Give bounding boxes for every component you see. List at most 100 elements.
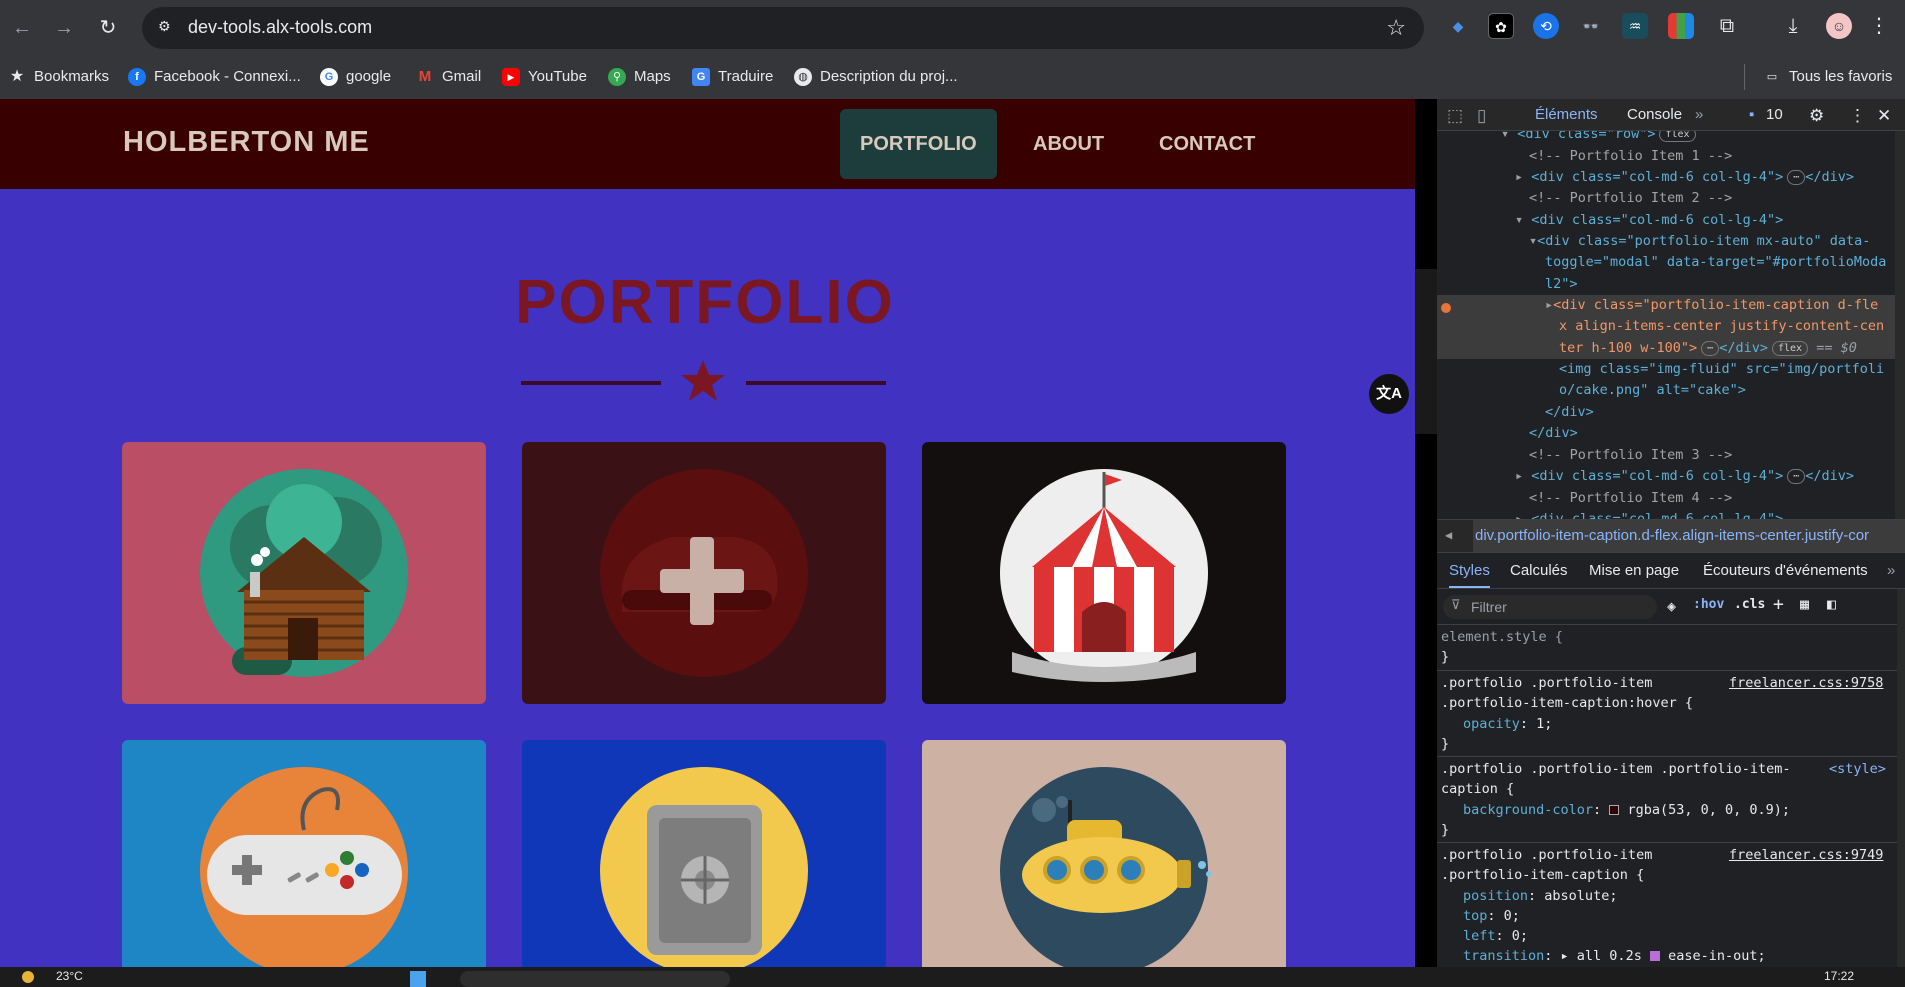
forward-icon[interactable]: → xyxy=(50,14,78,42)
weather-temp[interactable]: 23°C xyxy=(56,969,83,983)
download-icon[interactable]: ⤓ xyxy=(1780,13,1806,39)
site-info-icon[interactable]: ⚙ xyxy=(158,18,178,38)
dom-line[interactable]: ▸ <div class="col-md-6 col-lg-4"> xyxy=(1515,509,1783,519)
subtab-styles[interactable]: Styles xyxy=(1449,562,1490,588)
dom-line-cont: ter h-100 w-100"> ⋯ </div> flex == $0 xyxy=(1559,340,1857,356)
cabin-icon xyxy=(200,469,408,677)
settings-gear-icon[interactable]: ⚙ xyxy=(1809,106,1824,126)
layers-icon[interactable]: ◈ xyxy=(1667,597,1676,615)
dom-tree: ▾ <div class="row"> flex <!-- Portfolio I… xyxy=(1437,131,1895,519)
extension-colorful-icon[interactable] xyxy=(1668,13,1694,39)
google-icon: G xyxy=(320,68,338,87)
subtab-layout[interactable]: Mise en page xyxy=(1589,562,1679,579)
site-brand[interactable]: HOLBERTON ME xyxy=(123,126,370,159)
inspect-element-icon[interactable]: ⬚ xyxy=(1447,106,1463,126)
extension-glasses-icon[interactable]: 👓 xyxy=(1578,13,1604,39)
breadcrumb-left-icon[interactable]: ◀ xyxy=(1445,528,1452,542)
extensions-puzzle-icon[interactable]: ⧉ xyxy=(1714,13,1740,39)
portfolio-item-4[interactable] xyxy=(122,740,486,967)
issues-count[interactable]: 10 xyxy=(1766,106,1783,123)
device-toolbar-icon[interactable]: ▯ xyxy=(1477,106,1486,126)
bookmark-maps[interactable]: ⚲ Maps xyxy=(608,64,671,90)
dom-line[interactable]: ▾ <div class="col-md-6 col-lg-4"> xyxy=(1515,210,1783,231)
bookmark-youtube[interactable]: ▶ YouTube xyxy=(502,64,587,90)
nav-contact[interactable]: CONTACT xyxy=(1139,109,1275,179)
menu-kebab-icon[interactable]: ⋮ xyxy=(1866,13,1892,39)
style-source-link[interactable]: freelancer.css:9758 xyxy=(1729,673,1883,694)
filter-placeholder: Filtrer xyxy=(1471,599,1507,615)
styles-scrollbar[interactable] xyxy=(1897,589,1905,967)
subtab-event-listeners[interactable]: Écouteurs d'événements xyxy=(1703,562,1868,579)
more-subtabs-icon[interactable]: » xyxy=(1887,562,1895,579)
portfolio-item-3[interactable] xyxy=(922,442,1286,704)
dom-line[interactable]: ▸ <div class="col-md-6 col-lg-4"> ⋯ </div> xyxy=(1515,167,1854,188)
tab-console[interactable]: Console xyxy=(1627,106,1682,123)
portfolio-item-5[interactable] xyxy=(522,740,886,967)
easing-swatch-icon[interactable] xyxy=(1649,951,1660,961)
dom-line[interactable]: ▾ <div class="row"> flex xyxy=(1501,131,1696,145)
paint-icon[interactable]: ▦ xyxy=(1800,595,1809,613)
translate-widget-icon[interactable]: 文A xyxy=(1369,374,1409,414)
breadcrumb-node[interactable]: div.portfolio-item-caption.d-flex.align-… xyxy=(1475,527,1869,544)
style-declaration[interactable]: background-color: rgba(53, 0, 0, 0.9); xyxy=(1463,800,1790,821)
subtab-computed[interactable]: Calculés xyxy=(1510,562,1568,579)
issues-icon[interactable]: ▪ xyxy=(1749,106,1754,123)
dom-line-selected[interactable]: ▸<div class="portfolio-item-caption d-fl… xyxy=(1545,295,1878,316)
nav-about[interactable]: ABOUT xyxy=(1013,109,1124,179)
extension-blue-icon[interactable]: ⟲ xyxy=(1533,13,1559,39)
portfolio-item-6[interactable] xyxy=(922,740,1286,967)
dom-line-cont: o/cake.png" alt="cake"> xyxy=(1559,382,1746,398)
color-swatch[interactable] xyxy=(1609,805,1620,815)
cls-toggle[interactable]: .cls xyxy=(1734,597,1765,612)
page-scrollbar[interactable] xyxy=(1415,99,1437,967)
bookmark-bookmarks[interactable]: ★ Bookmarks xyxy=(8,64,109,90)
bookmark-google[interactable]: Ggoogle xyxy=(320,64,391,90)
sidebar-toggle-icon[interactable]: ◧ xyxy=(1827,595,1836,613)
maps-pin-icon: ⚲ xyxy=(608,68,626,87)
all-bookmarks[interactable]: ▭ Tous les favoris xyxy=(1744,64,1892,90)
filter-input[interactable]: ⊽ Filtrer xyxy=(1443,595,1657,619)
extension-shield-icon[interactable]: ◆ xyxy=(1445,13,1471,39)
dom-line-cont: l2"> xyxy=(1545,276,1578,292)
style-declaration[interactable]: top: 0; xyxy=(1463,906,1520,927)
plus-overlay-icon xyxy=(600,469,808,677)
dom-line[interactable]: ▸ <div class="col-md-6 col-lg-4"> ⋯ </div> xyxy=(1515,466,1854,487)
bookmark-star-icon[interactable]: ☆ xyxy=(1386,15,1406,41)
extension-openai-icon[interactable]: ✿ xyxy=(1488,13,1514,39)
taskbar-search[interactable] xyxy=(460,971,730,987)
style-declaration[interactable]: position: absolute; xyxy=(1463,886,1617,907)
portfolio-item-2[interactable] xyxy=(522,442,886,704)
devtools-menu-icon[interactable]: ⋮ xyxy=(1849,106,1866,126)
style-source-link[interactable]: <style> xyxy=(1829,759,1886,780)
bookmark-facebook[interactable]: f Facebook - Connexi... xyxy=(128,64,301,90)
styles-subtabs: Styles Calculés Mise en page Écouteurs d… xyxy=(1437,553,1905,589)
style-declaration[interactable]: opacity: 1; xyxy=(1463,714,1552,735)
portfolio-item-1[interactable] xyxy=(122,442,486,704)
profile-avatar[interactable]: ☺ xyxy=(1826,13,1852,39)
style-source-link[interactable]: freelancer.css:9749 xyxy=(1729,845,1883,866)
more-tabs-icon[interactable]: » xyxy=(1695,106,1703,123)
close-devtools-icon[interactable]: ✕ xyxy=(1877,106,1891,126)
nav-portfolio[interactable]: PORTFOLIO xyxy=(840,109,997,179)
scrollbar-thumb[interactable] xyxy=(1415,269,1437,434)
add-rule-icon[interactable]: + xyxy=(1773,594,1784,615)
bookmark-description[interactable]: ◍ Description du proj... xyxy=(794,64,958,90)
reload-icon[interactable]: ↻ xyxy=(94,14,122,42)
address-bar[interactable]: ⚙ dev-tools.alx-tools.com ☆ xyxy=(142,7,1424,49)
folder-icon: ▭ xyxy=(1766,71,1778,84)
dom-scrollbar[interactable] xyxy=(1895,131,1905,519)
tab-elements[interactable]: Éléments xyxy=(1535,106,1598,123)
bookmark-gmail[interactable]: M Gmail xyxy=(416,64,481,90)
hov-toggle[interactable]: :hov xyxy=(1693,597,1724,612)
divider-star-icon xyxy=(681,360,725,401)
dom-line[interactable]: ▾<div class="portfolio-item mx-auto" dat… xyxy=(1529,231,1870,252)
windows-start-icon[interactable] xyxy=(410,971,426,987)
toolbar: ← → ↻ ⚙ dev-tools.alx-tools.com ☆ ◆ ✿ ⟲ … xyxy=(0,0,1905,56)
style-declaration[interactable]: left: 0; xyxy=(1463,926,1528,947)
back-icon[interactable]: ← xyxy=(8,14,36,42)
dom-line-cont: x align-items-center justify-content-cen xyxy=(1559,318,1885,334)
bookmark-traduire[interactable]: G Traduire xyxy=(692,64,773,90)
dom-line[interactable]: <img class="img-fluid" src="img/portfoli xyxy=(1559,359,1884,380)
styles-filter-bar: ⊽ Filtrer ◈ :hov .cls + ▦ ◧ xyxy=(1437,589,1905,625)
extension-teal-icon[interactable]: ♒ xyxy=(1622,13,1648,39)
